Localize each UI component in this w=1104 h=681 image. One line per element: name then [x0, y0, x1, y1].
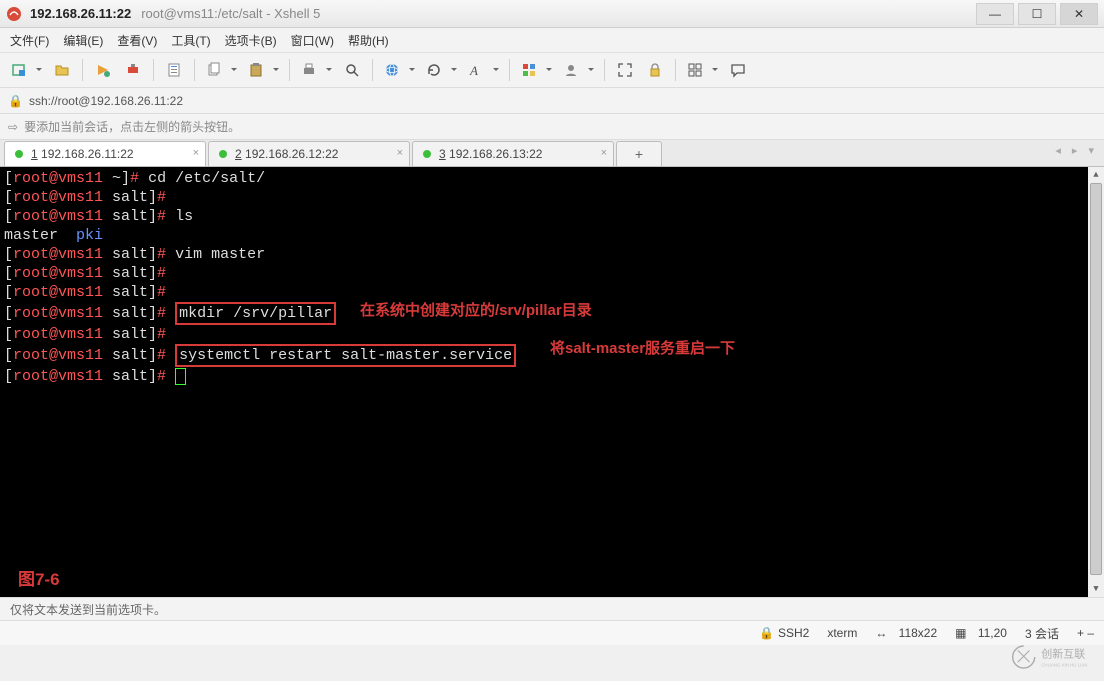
figure-label: 图7-6: [18, 570, 60, 589]
chat-icon[interactable]: [724, 56, 752, 84]
tab-add-button[interactable]: +: [616, 141, 662, 166]
terminal-line: [root@vms11 salt]#: [4, 188, 1100, 207]
cursor: [175, 368, 186, 385]
annotation-1: 在系统中创建对应的/srv/pillar目录: [360, 301, 592, 320]
menu-tools[interactable]: 工具(T): [171, 32, 210, 49]
status-size: ↔ 118x22: [875, 626, 937, 640]
terminal-line: master pki: [4, 226, 1100, 245]
titlebar: 192.168.26.11:22 root@vms11:/etc/salt - …: [0, 0, 1104, 28]
separator-icon: [153, 59, 154, 81]
terminal-line: [root@vms11 salt]#: [4, 367, 1100, 386]
tab-3[interactable]: 3 192.168.26.13:22 ×: [412, 141, 614, 166]
disconnect-icon[interactable]: [119, 56, 147, 84]
color-icon[interactable]: [516, 56, 556, 84]
hint-bar: ⇨ 要添加当前会话，点击左侧的箭头按钮。: [0, 114, 1104, 140]
status-dot-icon: [219, 150, 227, 158]
history-icon[interactable]: [421, 56, 461, 84]
copy-icon[interactable]: [201, 56, 241, 84]
tab-label: 3 192.168.26.13:22: [439, 147, 542, 161]
tab-2[interactable]: 2 192.168.26.12:22 ×: [208, 141, 410, 166]
lock-icon: 🔒: [8, 94, 23, 108]
tab-label: 2 192.168.26.12:22: [235, 147, 338, 161]
reconnect-icon[interactable]: [89, 56, 117, 84]
lock-icon: 🔒: [759, 626, 774, 640]
scrollbar[interactable]: ▲ ▼: [1088, 167, 1104, 597]
scroll-thumb[interactable]: [1090, 183, 1102, 575]
properties-icon[interactable]: [160, 56, 188, 84]
status-cursor: ▦ 11,20: [955, 626, 1007, 640]
address-url: ssh://root@192.168.26.11:22: [29, 94, 183, 108]
tab-1[interactable]: 1 192.168.26.11:22 ×: [4, 141, 206, 166]
annotation-2: 将salt-master服务重启一下: [550, 339, 735, 358]
app-icon: [6, 6, 22, 22]
fullscreen-icon[interactable]: [611, 56, 639, 84]
tab-label: 1 192.168.26.11:22: [31, 147, 134, 161]
tab-close-icon[interactable]: ×: [397, 147, 403, 159]
highlighted-command: mkdir /srv/pillar: [175, 302, 336, 325]
tab-nav-arrows[interactable]: ◂ ▸ ▾: [1055, 144, 1098, 157]
hint-text: 要添加当前会话，点击左侧的箭头按钮。: [24, 118, 240, 135]
separator-icon: [194, 59, 195, 81]
separator-icon: [675, 59, 676, 81]
scroll-up-icon[interactable]: ▲: [1088, 167, 1104, 183]
close-button[interactable]: ✕: [1060, 3, 1098, 25]
watermark-logo: 创新互联 CHUANG XIN HU LIAN: [1008, 639, 1098, 675]
terminal-line: [root@vms11 salt]# vim master: [4, 245, 1100, 264]
separator-icon: [509, 59, 510, 81]
menu-help[interactable]: 帮助(H): [348, 32, 389, 49]
profile-icon[interactable]: [558, 56, 598, 84]
svg-text:CHUANG XIN HU LIAN: CHUANG XIN HU LIAN: [1041, 663, 1087, 668]
globe-icon[interactable]: [379, 56, 419, 84]
terminal-line: [root@vms11 salt]#: [4, 283, 1100, 302]
svg-text:创新互联: 创新互联: [1041, 647, 1085, 661]
open-icon[interactable]: [48, 56, 76, 84]
tab-close-icon[interactable]: ×: [193, 147, 199, 159]
highlighted-command: systemctl restart salt-master.service: [175, 344, 516, 367]
separator-icon: [289, 59, 290, 81]
separator-icon: [604, 59, 605, 81]
terminal[interactable]: [root@vms11 ~]# cd /etc/salt/[root@vms11…: [0, 167, 1104, 597]
terminal-line: [root@vms11 salt]#: [4, 264, 1100, 283]
arrow-icon[interactable]: ⇨: [8, 120, 18, 134]
menu-edit[interactable]: 编辑(E): [63, 32, 103, 49]
find-icon[interactable]: [338, 56, 366, 84]
tab-close-icon[interactable]: ×: [601, 147, 607, 159]
new-tab-icon[interactable]: [6, 56, 46, 84]
menu-window[interactable]: 窗口(W): [291, 32, 334, 49]
menubar: 文件(F) 编辑(E) 查看(V) 工具(T) 选项卡(B) 窗口(W) 帮助(…: [0, 28, 1104, 53]
menu-tabs[interactable]: 选项卡(B): [225, 32, 277, 49]
grid-icon: ▦: [955, 626, 966, 640]
scroll-down-icon[interactable]: ▼: [1088, 581, 1104, 597]
window-title-path: root@vms11:/etc/salt - Xshell 5: [141, 6, 320, 21]
status-hint: 仅将文本发送到当前选项卡。: [0, 597, 1104, 620]
separator-icon: [372, 59, 373, 81]
status-dot-icon: [15, 150, 23, 158]
maximize-button[interactable]: ☐: [1018, 3, 1056, 25]
menu-view[interactable]: 查看(V): [117, 32, 157, 49]
terminal-line: [root@vms11 ~]# cd /etc/salt/: [4, 169, 1100, 188]
font-icon[interactable]: A: [463, 56, 503, 84]
status-term: xterm: [827, 626, 857, 640]
status-protocol: 🔒SSH2: [759, 626, 809, 640]
paste-icon[interactable]: [243, 56, 283, 84]
separator-icon: [82, 59, 83, 81]
window-title-host: 192.168.26.11:22: [30, 6, 131, 21]
tab-strip: 1 192.168.26.11:22 × 2 192.168.26.12:22 …: [0, 140, 1104, 167]
svg-text:A: A: [469, 63, 478, 78]
status-dot-icon: [423, 150, 431, 158]
lock-session-icon[interactable]: [641, 56, 669, 84]
status-hint-text: 仅将文本发送到当前选项卡。: [10, 601, 166, 618]
print-icon[interactable]: [296, 56, 336, 84]
ruler-icon: ↔: [875, 626, 887, 640]
status-zoom[interactable]: + –: [1077, 626, 1094, 640]
menu-file[interactable]: 文件(F): [10, 32, 49, 49]
address-bar[interactable]: 🔒 ssh://root@192.168.26.11:22: [0, 88, 1104, 114]
tile-icon[interactable]: [682, 56, 722, 84]
status-bar: 🔒SSH2 xterm ↔ 118x22 ▦ 11,20 3 会话 + –: [0, 620, 1104, 645]
minimize-button[interactable]: —: [976, 3, 1014, 25]
toolbar: A: [0, 53, 1104, 88]
terminal-line: [root@vms11 salt]# ls: [4, 207, 1100, 226]
